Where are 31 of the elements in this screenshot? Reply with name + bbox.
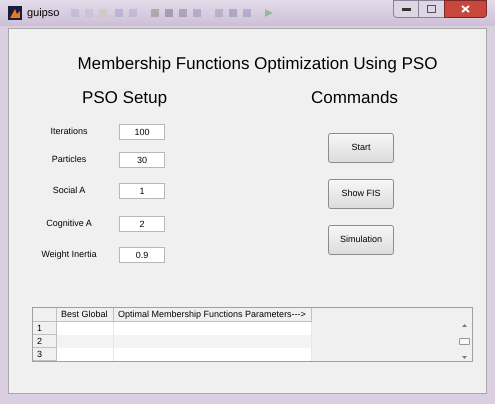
main-heading: Membership Functions Optimization Using PSO [76, 53, 438, 75]
app-icon [8, 6, 22, 20]
field-label: Weight Inertia [40, 248, 98, 262]
input-field[interactable]: 30 [119, 152, 165, 168]
minimize-button[interactable] [393, 0, 419, 18]
scroll-down-icon[interactable] [462, 356, 467, 359]
minimize-icon [402, 8, 410, 10]
scroll-up-icon[interactable] [462, 324, 467, 327]
field-label: Social A [52, 184, 86, 198]
command-button[interactable]: Start [328, 133, 394, 163]
row-header: 3 [33, 348, 57, 361]
command-button[interactable]: Show FIS [328, 179, 394, 209]
setup-heading: PSO Setup [82, 86, 168, 108]
close-icon [461, 5, 470, 13]
input-field[interactable]: 1 [119, 183, 165, 199]
window-title: guipso [27, 6, 60, 21]
maximize-button[interactable] [419, 0, 444, 18]
field-label: Iterations [49, 125, 89, 138]
input-field[interactable]: 0.9 [119, 247, 165, 263]
input-field[interactable]: 2 [119, 216, 165, 232]
row-header: 2 [33, 335, 57, 348]
commands-heading: Commands [311, 86, 398, 108]
scroll-thumb[interactable] [459, 338, 470, 345]
command-button[interactable]: Simulation [328, 225, 394, 255]
field-label: Particles [50, 153, 88, 166]
scrollbar[interactable] [457, 322, 472, 361]
row-header: 1 [33, 322, 57, 335]
maximize-icon [427, 5, 436, 13]
field-label: Cognitive A [45, 217, 93, 230]
input-field[interactable]: 100 [119, 124, 165, 140]
close-button[interactable] [444, 0, 487, 18]
